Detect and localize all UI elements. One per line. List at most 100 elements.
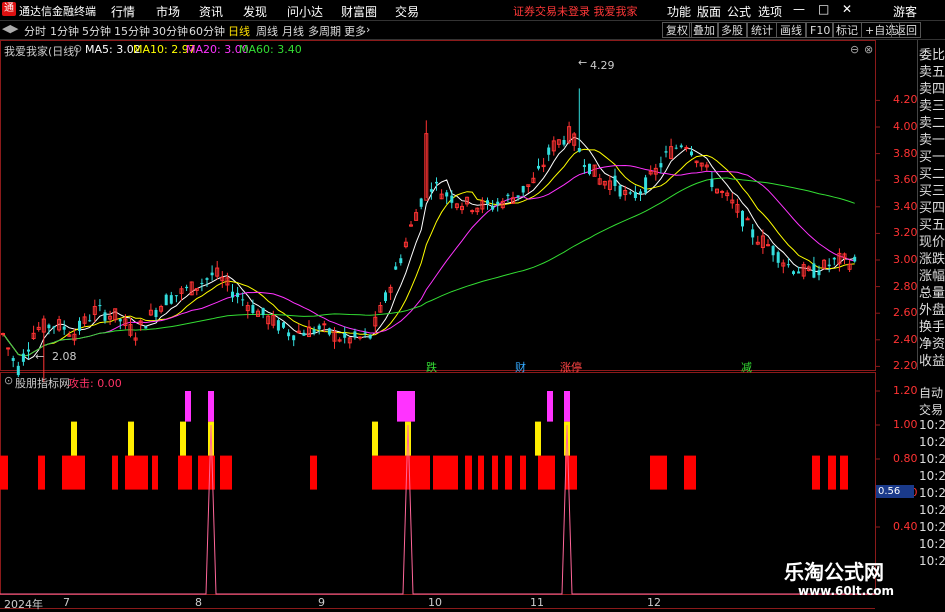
candle-body-down <box>327 328 331 335</box>
price-tick-label: 4.20 <box>893 93 918 107</box>
event-marker-zhangting[interactable]: 涨停 <box>560 359 582 375</box>
candle-body-down <box>47 324 51 329</box>
stock-title[interactable]: 我爱我家(日线) <box>4 43 79 59</box>
indicator-red-block <box>812 455 820 490</box>
event-marker-jian[interactable]: 减 <box>741 359 752 375</box>
indicator-red-block <box>62 455 85 490</box>
candle-body-up <box>745 218 750 221</box>
x-label-sep: 9 <box>318 596 325 609</box>
candle-body-up <box>720 190 725 193</box>
high-price-label: 4.29 <box>590 59 615 72</box>
x-label-aug: 8 <box>195 596 202 609</box>
indicator-red-block <box>684 455 696 490</box>
user-label[interactable]: 游客 <box>893 3 917 20</box>
period-1min[interactable]: 1分钟 <box>50 23 79 39</box>
login-notice[interactable]: 证券交易未登录 我爱我家 <box>513 3 638 19</box>
auto-trade-label[interactable]: 交易 <box>919 401 945 418</box>
candle-body-down <box>302 332 306 336</box>
candle-body-down <box>174 295 178 297</box>
maximize-icon[interactable]: □ <box>818 2 829 16</box>
menu-faxian[interactable]: 发现 <box>243 3 267 20</box>
period-multi[interactable]: 多周期 <box>308 23 341 39</box>
chart-collapse-icon[interactable]: ⊖ <box>850 43 859 56</box>
sub-settings-icon[interactable]: ⊙ <box>4 374 13 387</box>
menu-jiaoyi[interactable]: 交易 <box>395 3 419 20</box>
indicator-red-block <box>538 455 555 490</box>
sub-chart-title[interactable]: 股朋指标网 <box>15 375 70 391</box>
price-tick-label: 2.60 <box>893 306 918 320</box>
candle-body-down <box>450 195 454 203</box>
watermark-url: www.60lt.com <box>798 584 895 598</box>
candle-body-down <box>276 320 280 331</box>
x-label-oct: 10 <box>428 596 442 609</box>
candle-body-down <box>98 305 102 307</box>
kline-chart[interactable] <box>0 40 917 609</box>
period-30min[interactable]: 30分钟 <box>152 23 188 39</box>
auto-trade-label[interactable]: 自动 <box>919 384 945 401</box>
btn-diejia[interactable]: 叠加 <box>689 22 719 38</box>
chart-close-icon[interactable]: ⊗ <box>864 43 873 56</box>
btn-biaoji[interactable]: 标记 <box>832 22 862 38</box>
minimize-icon[interactable]: — <box>793 2 805 16</box>
candle-body-up <box>322 323 327 326</box>
price-tick-label: 4.00 <box>893 120 918 133</box>
indicator-red-block <box>465 455 472 490</box>
menu-xuanxiang[interactable]: 选项 <box>758 3 782 20</box>
candle-body-down <box>419 198 423 207</box>
menu-zixun[interactable]: 资讯 <box>199 3 223 20</box>
indicator-magenta-bar <box>208 391 214 422</box>
menu-shichang[interactable]: 市场 <box>156 3 180 20</box>
candle-body-down <box>516 195 520 198</box>
btn-f10[interactable]: F10 <box>806 22 835 38</box>
candle-body-down <box>21 353 25 362</box>
btn-huaxian[interactable]: 画线 <box>776 22 806 38</box>
period-monthly[interactable]: 月线 <box>282 23 304 39</box>
period-5min[interactable]: 5分钟 <box>82 23 111 39</box>
candle-body-down <box>154 309 158 318</box>
menu-caifuquan[interactable]: 财富圈 <box>341 3 377 20</box>
indicator-red-block <box>840 455 848 490</box>
period-15min[interactable]: 15分钟 <box>114 23 150 39</box>
indicator-yellow-bar <box>71 421 77 456</box>
sub-tick-label: 0.40 <box>893 520 918 533</box>
candle-body-down <box>827 264 831 267</box>
candle-body-up <box>358 336 362 339</box>
app-title: 通达信金融终端 <box>19 5 96 18</box>
btn-duogu[interactable]: 多股 <box>717 22 747 38</box>
candle-body-down <box>521 186 525 193</box>
tick-time-label: 10:26 <box>919 537 945 551</box>
btn-fuquan[interactable]: 复权 <box>662 22 692 38</box>
menu-gongneng[interactable]: 功能 <box>667 3 691 20</box>
period-60min[interactable]: 60分钟 <box>189 23 225 39</box>
current-value-badge: 0.56 <box>876 485 914 498</box>
indicator-red-block <box>38 455 45 490</box>
ma-settings-icon[interactable]: ⊙ <box>73 42 82 55</box>
candle-body-up <box>684 146 689 149</box>
event-marker-die[interactable]: 跌 <box>426 359 437 375</box>
price-tick-label: 3.40 <box>893 199 918 213</box>
indicator-red-block <box>152 455 158 490</box>
candle-body-down <box>27 349 30 352</box>
menu-hangqing[interactable]: 行情 <box>111 3 135 20</box>
close-icon[interactable]: ✕ <box>842 2 852 16</box>
x-label-nov: 11 <box>530 596 544 609</box>
candle-body-down <box>679 145 683 148</box>
toolbar-nav-right-icon[interactable]: ▶ <box>10 22 18 35</box>
tick-time-label: 10:25 <box>919 435 945 449</box>
menu-gongshi[interactable]: 公式 <box>727 3 751 20</box>
candle-body-down <box>582 165 586 167</box>
btn-tongji[interactable]: 统计 <box>747 22 777 38</box>
event-marker-cai[interactable]: 财 <box>515 359 526 375</box>
menu-banmian[interactable]: 版面 <box>697 3 721 20</box>
more-chevron-icon[interactable]: › <box>366 23 370 36</box>
candle-body-down <box>674 147 678 149</box>
candle-body-down <box>832 257 836 260</box>
candle-body-down <box>312 329 316 334</box>
period-more[interactable]: 更多 <box>344 23 366 39</box>
period-fenshi[interactable]: 分时 <box>24 23 46 39</box>
period-daily[interactable]: 日线 <box>228 23 250 39</box>
btn-fanhui[interactable]: 返回 <box>891 22 921 38</box>
candle-body-down <box>78 320 81 331</box>
period-weekly[interactable]: 周线 <box>256 23 278 39</box>
menu-wenxiaoda[interactable]: 问小达 <box>287 3 323 20</box>
